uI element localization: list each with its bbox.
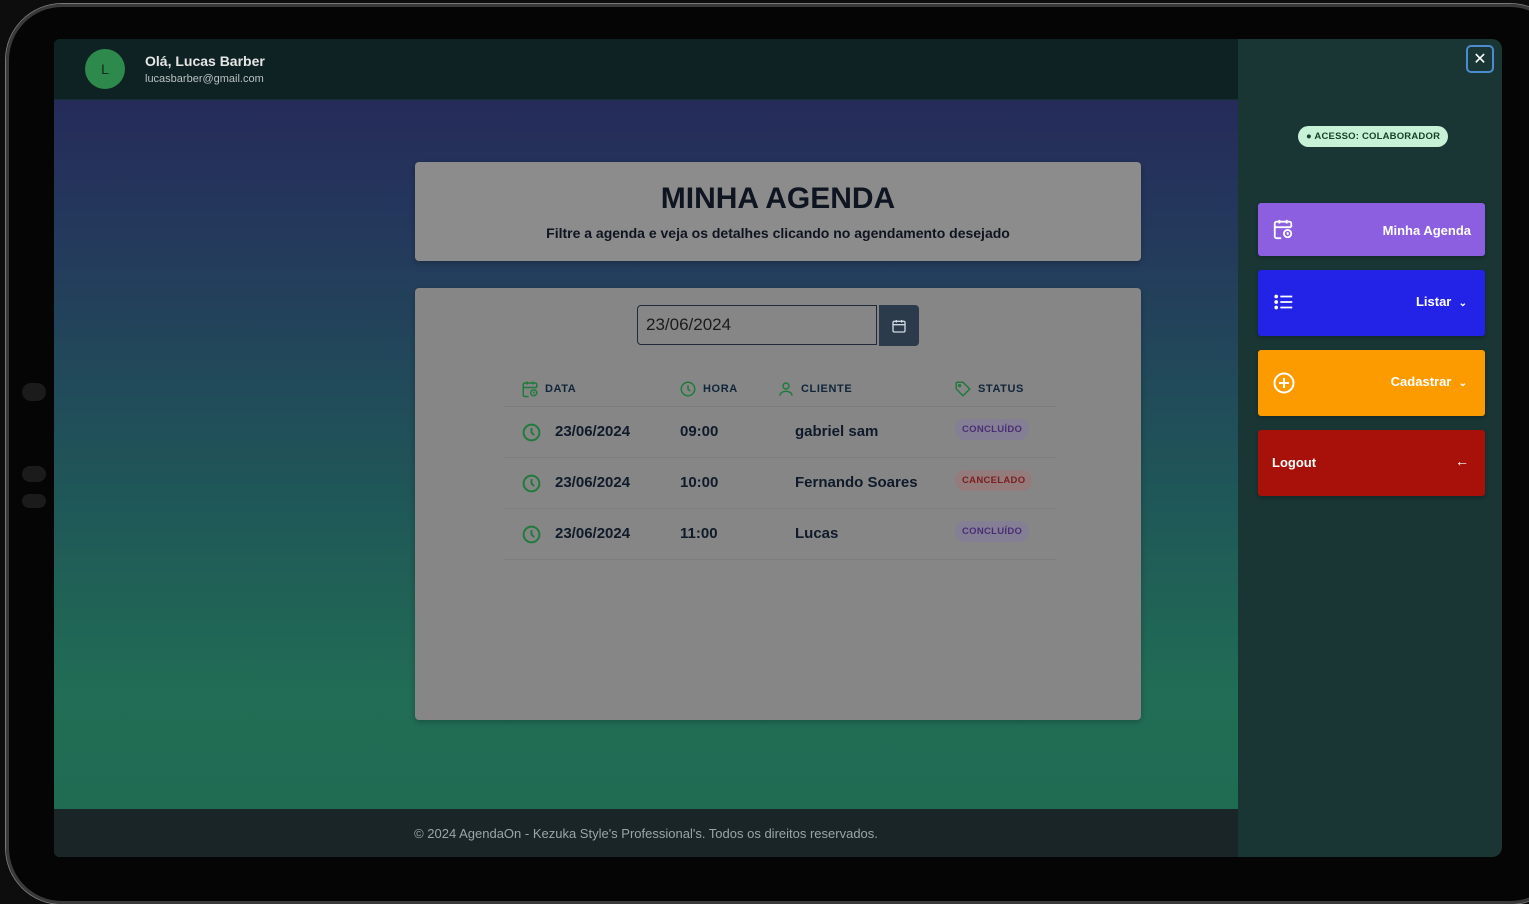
menu-label-text: Listar [1415,294,1452,309]
close-sidebar-button[interactable]: ✕ [1466,45,1494,73]
agenda-header-card: MINHA AGENDA Filtre a agenda e veja os d… [415,162,1141,261]
column-header-cliente: CLIENTE [777,380,852,398]
column-header-hora: HORA [679,380,738,398]
logout-button[interactable]: Logout ← [1258,430,1485,496]
row-client: gabriel sam [795,423,879,440]
app-screen: L Olá, Lucas Barber lucasbarber@gmail.co… [54,39,1502,857]
column-label: CLIENTE [801,383,853,395]
footer-text: © 2024 AgendaOn - Kezuka Style's Profess… [414,825,878,841]
menu-label: Cadastrar ⌄ [1391,374,1467,389]
column-label: HORA [703,383,738,395]
table-row[interactable]: 23/06/2024 10:00 Fernando Soares CANCELA… [503,458,1056,509]
calendar-clock-icon [522,381,538,398]
row-date: 23/06/2024 [555,423,631,440]
main-area: L Olá, Lucas Barber lucasbarber@gmail.co… [54,39,1238,857]
calendar-clock-icon [1273,219,1293,240]
top-bar: L Olá, Lucas Barber lucasbarber@gmail.co… [54,39,1238,100]
clock-icon [522,474,541,493]
arrow-left-icon: ← [1455,453,1469,469]
chevron-down-icon: ⌄ [1458,378,1467,389]
menu-label: Logout [1272,455,1317,470]
clock-icon [680,381,696,397]
status-badge: CONCLUÍDO [955,521,1030,542]
row-time: 10:00 [680,474,719,491]
status-badge: CONCLUÍDO [955,419,1030,440]
user-email: lucasbarber@gmail.com [145,73,264,85]
date-filter-input[interactable] [637,305,877,345]
sidebar: ✕ ● ACESSO: COLABORADOR Minha Agenda Lis… [1238,39,1502,857]
row-date: 23/06/2024 [555,525,631,542]
chevron-down-icon: ⌄ [1458,298,1467,309]
menu-minha-agenda-button[interactable]: Minha Agenda [1258,203,1485,256]
device-side-button [22,494,46,508]
footer: © 2024 AgendaOn - Kezuka Style's Profess… [54,809,1238,857]
user-icon [779,382,793,396]
calendar-icon [892,319,906,333]
tag-icon [955,381,971,397]
column-label: STATUS [978,383,1024,395]
menu-label: Listar ⌄ [1416,294,1467,309]
row-client: Lucas [795,525,839,542]
page-title: MINHA AGENDA [660,182,896,215]
clock-icon [522,525,541,544]
menu-label-text: Cadastrar [1390,374,1452,389]
access-badge: ● ACESSO: COLABORADOR [1298,126,1449,147]
column-header-data: DATA [521,380,576,398]
avatar[interactable]: L [85,49,125,89]
device-side-button [22,466,46,482]
row-date: 23/06/2024 [555,474,631,491]
column-label: DATA [545,383,577,395]
menu-listar-button[interactable]: Listar ⌄ [1258,270,1485,336]
list-icon [1274,294,1293,310]
plus-circle-icon [1273,372,1295,394]
close-icon: ✕ [1473,51,1487,68]
agenda-table-card: DATA HORA CLIENTE STATUS 23/06/2024 09:0… [415,288,1141,720]
page-subtitle: Filtre a agenda e veja os detalhes clica… [546,225,1010,241]
calendar-picker-button[interactable] [879,305,919,346]
column-header-status: STATUS [954,380,1024,398]
status-badge: CANCELADO [955,470,1033,491]
clock-icon [522,423,541,442]
row-client: Fernando Soares [795,474,918,491]
user-greeting: Olá, Lucas Barber [145,53,265,69]
table-row[interactable]: 23/06/2024 09:00 gabriel sam CONCLUÍDO [503,407,1056,458]
row-time: 09:00 [680,423,719,440]
device-side-button [22,383,46,401]
menu-label: Minha Agenda [1382,223,1471,238]
menu-cadastrar-button[interactable]: Cadastrar ⌄ [1258,350,1485,416]
table-row[interactable]: 23/06/2024 11:00 Lucas CONCLUÍDO [503,509,1056,560]
row-time: 11:00 [680,525,718,542]
